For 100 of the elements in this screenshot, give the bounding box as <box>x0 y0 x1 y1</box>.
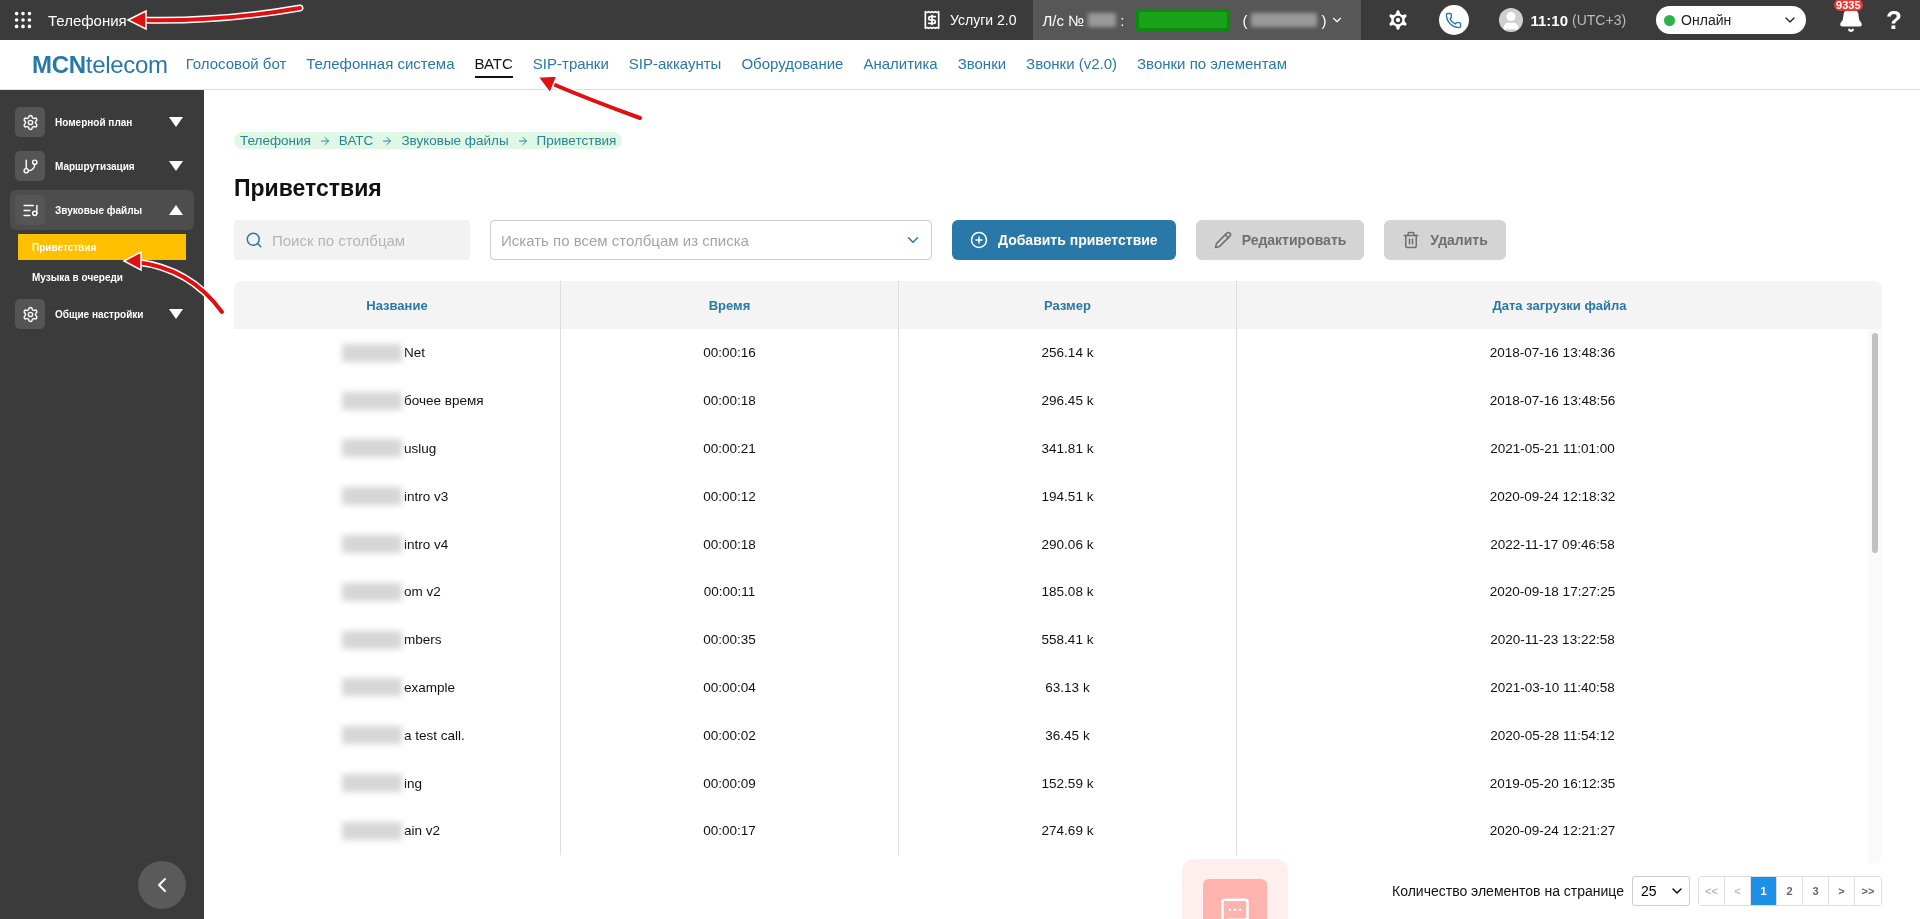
table-cell: 185.08 k <box>899 568 1237 616</box>
help-button[interactable]: ? <box>1886 4 1902 36</box>
nav-tab[interactable]: Аналитика <box>863 51 938 78</box>
breadcrumb-link[interactable]: Приветствия <box>536 133 617 148</box>
table-cell: 00:00:04 <box>561 663 899 712</box>
table-cell: ing <box>234 759 561 807</box>
nav-tab[interactable]: Телефонная система <box>306 51 455 78</box>
table-cell-text: 2020-09-24 12:18:32 <box>1488 487 1617 506</box>
table-cell-text: 2022-11-17 09:46:58 <box>1489 535 1616 554</box>
arrow-right-icon <box>381 134 394 147</box>
table-cell: 00:00:12 <box>561 472 899 521</box>
arrow-right-icon <box>516 134 529 147</box>
clock-time: 11:10 <box>1530 11 1569 29</box>
filter-select[interactable]: Искать по всем столбцам из списка <box>490 220 932 260</box>
table-cell: 341.81 k <box>899 424 1237 473</box>
table-cell: 152.59 k <box>899 759 1237 807</box>
status-select[interactable]: Онлайн <box>1656 6 1807 34</box>
trash-icon <box>1402 231 1421 249</box>
nav-tab[interactable]: Голосовой бот <box>185 51 287 78</box>
notification-badge: 9335 <box>1834 0 1863 11</box>
search-field[interactable]: Поиск по столбцам <box>234 220 470 260</box>
nav-tab[interactable]: Оборудование <box>741 51 844 78</box>
table-cell-text: 2021-05-21 11:01:00 <box>1489 440 1616 458</box>
arrow-right-icon <box>318 134 331 147</box>
table-cell: 00:00:35 <box>561 615 899 664</box>
table-cell: om v2 <box>234 568 561 616</box>
sidebar-item[interactable]: Маршрутизация <box>10 146 194 186</box>
page-button[interactable]: 1 <box>1751 877 1777 905</box>
caret-icon <box>169 309 183 319</box>
add-icon <box>970 231 988 249</box>
table-cell: Net <box>234 329 561 377</box>
table-cell-text: 2020-09-24 12:21:27 <box>1488 822 1617 841</box>
breadcrumb-link[interactable]: Звуковые файлы <box>401 133 509 148</box>
timezone-label: (UTC+3) <box>1572 12 1627 28</box>
chat-icon <box>1220 896 1250 919</box>
sidebar-item[interactable]: Звуковые файлы <box>10 190 194 230</box>
table-cell-text: 2018-07-16 13:48:56 <box>1488 392 1617 411</box>
column-header[interactable]: Дата загрузки файла <box>1237 281 1882 329</box>
avatar-icon[interactable] <box>1498 8 1523 32</box>
pencil-icon <box>1213 231 1232 249</box>
table-cell-text: 2020-09-18 17:27:25 <box>1488 583 1617 602</box>
table-cell: 296.45 k <box>899 376 1237 425</box>
table-cell: 558.41 k <box>899 615 1237 664</box>
phone-icon <box>1445 11 1462 29</box>
table-cell: 194.51 k <box>899 472 1237 521</box>
table-cell: 00:00:16 <box>561 329 899 377</box>
page-title: Приветствия <box>234 175 383 202</box>
account-selector[interactable]: Л/с № : ( ) <box>1032 0 1361 40</box>
search-icon <box>245 231 263 249</box>
sidebar-item[interactable]: Номерной план <box>10 102 194 142</box>
table-cell-text: 2018-07-16 13:48:36 <box>1488 344 1617 363</box>
logo[interactable]: MCNtelecom <box>32 50 168 79</box>
table-cell: mbers <box>234 615 561 664</box>
gear-icon <box>21 305 39 323</box>
table-cell: 00:00:09 <box>561 759 899 807</box>
table-cell: 00:00:11 <box>561 568 899 616</box>
table-cell-text: 2020-11-23 13:22:58 <box>1489 631 1616 650</box>
table-cell-text: 2019-05-20 16:12:35 <box>1488 774 1617 793</box>
table-cell: ain v2 <box>234 806 561 855</box>
breadcrumb-link[interactable]: ВАТС <box>338 133 374 148</box>
nav-tab[interactable]: SIP-транки <box>532 51 609 78</box>
branch-icon <box>21 157 39 175</box>
table-cell: uslug <box>234 424 561 473</box>
gear-icon <box>21 113 39 131</box>
nav-tab[interactable]: ВАТС <box>474 51 513 78</box>
caret-icon <box>169 117 183 127</box>
phone-button[interactable] <box>1438 5 1469 35</box>
caret-icon <box>169 161 183 171</box>
table-cell: 00:00:18 <box>561 376 899 425</box>
app-title: Телефония <box>48 11 127 29</box>
table-cell: 274.69 k <box>899 806 1237 855</box>
table-cell: intro v4 <box>234 520 561 568</box>
table-cell: a test call. <box>234 711 561 760</box>
page-size-label: Количество элементов на странице <box>1392 883 1624 899</box>
breadcrumb-link[interactable]: Телефония <box>240 133 311 148</box>
page-size-select[interactable]: 25 <box>1632 876 1690 906</box>
caret-icon <box>169 205 183 215</box>
scrollbar[interactable] <box>1872 333 1878 553</box>
table-cell: бочее время <box>234 376 561 425</box>
table-cell: 290.06 k <box>899 520 1237 568</box>
table-cell: intro v3 <box>234 472 561 521</box>
add-button[interactable]: Добавить приветствие <box>952 220 1176 260</box>
receipt-icon[interactable] <box>922 10 943 30</box>
sidebar-subitem[interactable]: Музыка в очереди <box>18 264 186 290</box>
table-cell: 256.14 k <box>899 329 1237 377</box>
apps-grid-icon[interactable] <box>12 9 34 31</box>
nav-tab[interactable]: Звонки по элементам <box>1137 51 1287 78</box>
services-link[interactable]: Услуги 2.0 <box>950 12 1017 28</box>
table-cell: 00:00:21 <box>561 424 899 473</box>
table-cell: 63.13 k <box>899 663 1237 712</box>
sidebar-item[interactable]: Общие настройки <box>10 294 194 334</box>
nav-tab[interactable]: SIP-аккаунты <box>628 51 722 78</box>
table-cell: example <box>234 663 561 712</box>
table-cell: 00:00:18 <box>561 520 899 568</box>
nav-tab[interactable]: Звонки <box>957 51 1007 78</box>
table-cell: 36.45 k <box>899 711 1237 760</box>
table-cell: 00:00:02 <box>561 711 899 760</box>
table-cell-text: 2020-05-28 11:54:12 <box>1489 726 1616 745</box>
table-cell-text: 2021-03-10 11:40:58 <box>1489 678 1616 697</box>
nav-tab[interactable]: Звонки (v2.0) <box>1026 51 1118 78</box>
